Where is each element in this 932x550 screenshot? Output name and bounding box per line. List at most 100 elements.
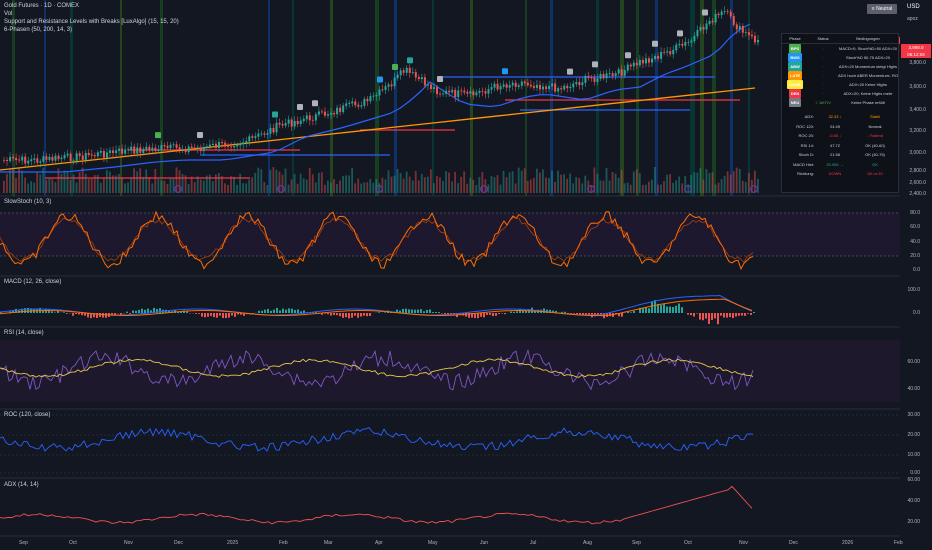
phasen-indicator-label[interactable]: 6-Phasen (50, 200, 14, 3)	[4, 27, 72, 33]
phase-band	[375, 0, 379, 196]
stoch-tick: 0.0	[913, 267, 920, 273]
volume-label: Vol	[4, 11, 13, 17]
adx-title[interactable]: ADX (14, 14)	[4, 482, 39, 488]
metric-note: DIt vs DI	[867, 171, 883, 176]
volume-bars	[3, 167, 759, 193]
phase-status: ·	[822, 73, 824, 78]
phase-condition: ADX<20 Momentum steigt Highs	[838, 64, 898, 69]
time-tick: Jul	[530, 540, 537, 546]
phase-status: ·	[822, 82, 824, 87]
metric-label: ROC 20:	[798, 133, 814, 138]
phase-condition: Stoch%D 50-75 ADX>20	[846, 55, 890, 60]
signal-marker	[392, 64, 398, 70]
metric-label: MACD Hist:	[793, 161, 814, 167]
metric-note: Stabil	[869, 114, 880, 119]
time-tick: Dec	[789, 540, 798, 546]
price-tick: 2,600.0	[909, 180, 926, 186]
phase-status: ✓ AKTIV	[815, 100, 831, 105]
phase-row-late: LATE · ADX hoch ABER Momentum↓ ROC↓	[782, 71, 898, 80]
metric-value: DOWN	[828, 171, 842, 176]
phase-badge: CONS	[787, 80, 803, 89]
signal-marker	[702, 9, 708, 16]
rsi-title[interactable]: RSI (14, close)	[4, 330, 44, 336]
metric-note: OK (40-75)	[865, 152, 885, 157]
phase-band	[470, 0, 473, 196]
stoch-title[interactable]: SlowStoch (10, 3)	[4, 199, 51, 205]
phase-band	[292, 0, 294, 196]
metric-row: Stoch D: 21.58 OK (40-75)	[782, 150, 898, 158]
neutral-phase-button[interactable]: ≡ Neutral	[867, 4, 897, 14]
metric-note: Normal	[868, 123, 882, 129]
time-tick: May	[428, 540, 438, 546]
metric-label: Richtung:	[797, 171, 814, 176]
metric-label: ROC 120:	[796, 123, 814, 129]
phase-band	[690, 0, 695, 196]
col-conditions-header: Bedingungen	[856, 36, 880, 41]
time-tick: Feb	[279, 540, 288, 546]
phase-band	[712, 0, 716, 196]
col-phase-header: Phase	[789, 36, 801, 41]
metric-label: ADX:	[804, 114, 814, 119]
time-tick: Apr	[375, 540, 383, 546]
signal-marker	[677, 30, 683, 37]
adx-line	[0, 485, 753, 525]
signal-marker	[312, 100, 318, 107]
phase-condition: ADX<20 Keine Highs	[849, 82, 887, 87]
apoz-label: apoz	[907, 16, 918, 22]
roc-tick: 20.00	[907, 432, 920, 438]
phase-table-header: Phase Status Bedingungen	[782, 34, 898, 44]
roc-tick: 30.00	[907, 412, 920, 418]
signal-marker	[155, 132, 161, 139]
price-tick: 2,800.0	[909, 168, 926, 174]
adx-tick: 20.00	[907, 519, 920, 525]
price-tick: 3,600.0	[909, 84, 926, 90]
phase-status: ·	[822, 46, 824, 51]
macd-tick: 0.0	[913, 310, 920, 316]
metric-row: ADX: 32.33 ↓ Stabil	[782, 112, 898, 120]
stoch-tick: 20.0	[910, 253, 920, 259]
roc-title[interactable]: ROC (120, close)	[4, 412, 50, 418]
phase-badge: NEU	[788, 98, 802, 107]
phase-band	[330, 0, 333, 196]
phase-condition: ADX hoch ABER Momentum↓ ROC↓	[838, 73, 898, 78]
phase-band	[596, 0, 599, 196]
price-tick: 2,400.0	[909, 191, 926, 197]
signal-marker	[437, 76, 443, 82]
metric-row: RSI 14: 47.72 OK (40-60)	[782, 141, 898, 149]
phase-status: ·	[822, 91, 824, 96]
adx-tick: 60.00	[907, 477, 920, 483]
signal-marker	[652, 40, 658, 47]
signal-marker	[592, 61, 598, 68]
phase-status: ·	[822, 64, 824, 69]
signal-marker	[377, 76, 383, 83]
roc-tick: 0.00	[910, 470, 920, 476]
signal-marker	[297, 104, 303, 110]
signal-marker	[567, 68, 573, 75]
phase-badge: DEN	[788, 89, 802, 98]
stoch-tick: 60.0	[910, 224, 920, 230]
metric-value: 47.72	[829, 142, 840, 148]
phase-band	[550, 0, 553, 196]
currency-label[interactable]: USD	[907, 4, 920, 10]
sr-indicator-label[interactable]: Support and Resistance Levels with Break…	[4, 19, 179, 25]
phase-band	[620, 0, 624, 196]
phase-band	[160, 0, 163, 196]
time-tick: 2025	[227, 540, 239, 546]
metric-value: 21.58	[829, 152, 840, 157]
metric-label: RSI 14:	[800, 142, 814, 148]
time-tick: Nov	[124, 540, 133, 546]
time-tick: Nov	[739, 540, 748, 546]
metric-row: ROC 20: -0.88 ↓ ↓ Fallend	[782, 131, 898, 139]
phase-band	[268, 0, 270, 196]
phase-row-den: DEN · ADX<20; Keine Highs mehr	[782, 89, 898, 98]
metric-row: MACD Hist: 25.956 → OK	[782, 160, 898, 168]
metric-row: ROC 120: 24.49 Normal	[782, 122, 898, 130]
candles	[3, 6, 759, 168]
phase-band	[394, 0, 397, 196]
phase-condition: MACD>0; Stoch%D>50 ADX>20	[839, 46, 897, 51]
phase-condition: Keine Phase erfüllt	[851, 100, 885, 105]
macd-title[interactable]: MACD (12, 26, close)	[4, 279, 61, 285]
price-tick: 3,800.0	[909, 60, 926, 66]
metric-value: -0.88 ↓	[828, 133, 842, 138]
price-chart[interactable]	[0, 0, 900, 550]
